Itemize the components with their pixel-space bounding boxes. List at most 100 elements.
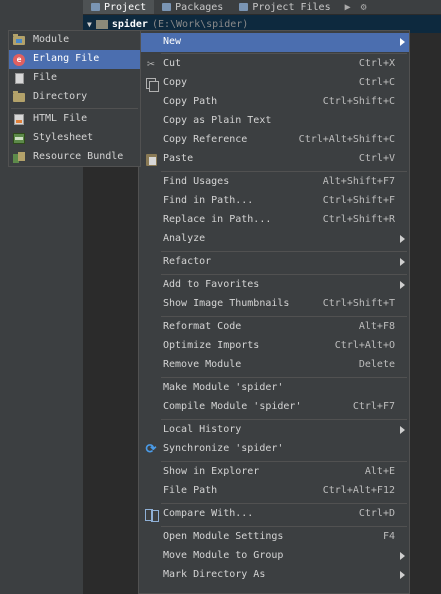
menu-item-move-module-to-group[interactable]: Move Module to Group	[139, 547, 409, 566]
menu-item-remove-module-label: Remove Module	[163, 359, 242, 370]
tab-project[interactable]: Project	[83, 0, 155, 14]
project-files-icon	[239, 3, 249, 11]
submenu-arrow-icon	[400, 552, 405, 560]
menu-item-show-in-explorer-label: Show in Explorer	[163, 466, 260, 477]
menu-item-cut-shortcut: Ctrl+X	[358, 58, 395, 69]
menu-item-local-history-label: Local History	[163, 424, 242, 435]
menu-item-reformat-code-label: Reformat Code	[163, 321, 242, 332]
menu-item-compare-with[interactable]: Compare With... Ctrl+D	[139, 505, 409, 524]
menu-separator	[161, 419, 407, 420]
menu-item-copy-shortcut: Ctrl+C	[358, 77, 395, 88]
menu-item-paste[interactable]: Paste Ctrl+V	[139, 150, 409, 169]
menu-item-optimize-imports[interactable]: Optimize Imports Ctrl+Alt+O	[139, 337, 409, 356]
menu-item-refactor[interactable]: Refactor	[139, 253, 409, 272]
menu-item-analyze[interactable]: Analyze	[139, 230, 409, 249]
menu-item-replace-in-path-label: Replace in Path...	[163, 214, 272, 225]
tool-window-tabs: Project Packages Project Files ▶ ⚙	[83, 0, 441, 15]
submenu-item-erlang-file[interactable]: e Erlang File	[9, 50, 140, 69]
submenu-item-directory-label: Directory	[33, 91, 88, 102]
menu-item-paste-label: Paste	[163, 153, 194, 164]
menu-item-copy-reference-shortcut: Ctrl+Alt+Shift+C	[298, 134, 395, 145]
submenu-item-file[interactable]: File	[9, 69, 140, 88]
menu-item-copy-plain-text[interactable]: Copy as Plain Text	[139, 112, 409, 131]
menu-item-reformat-code[interactable]: Reformat Code Alt+F8	[139, 318, 409, 337]
tab-project-files[interactable]: Project Files	[231, 0, 338, 14]
copy-icon	[143, 76, 159, 92]
submenu-item-module[interactable]: Module	[9, 31, 140, 50]
menu-item-cut[interactable]: ✂ Cut Ctrl+X	[139, 55, 409, 74]
submenu-item-stylesheet-label: Stylesheet	[33, 132, 94, 143]
menu-item-add-to-favorites-label: Add to Favorites	[163, 279, 260, 290]
settings-gear-icon[interactable]: ⚙	[357, 2, 371, 13]
menu-item-remove-module[interactable]: Remove Module Delete	[139, 356, 409, 375]
menu-separator	[161, 316, 407, 317]
submenu-arrow-icon	[400, 281, 405, 289]
menu-item-compile-module-label: Compile Module 'spider'	[163, 401, 302, 412]
menu-item-compile-module[interactable]: Compile Module 'spider' Ctrl+F7	[139, 398, 409, 417]
menu-separator	[161, 251, 407, 252]
menu-item-find-in-path[interactable]: Find in Path... Ctrl+Shift+F	[139, 192, 409, 211]
menu-item-copy-reference[interactable]: Copy Reference Ctrl+Alt+Shift+C	[139, 131, 409, 150]
menu-item-find-usages-label: Find Usages	[163, 176, 230, 187]
menu-separator	[161, 171, 407, 172]
submenu-arrow-icon	[400, 426, 405, 434]
menu-item-copy-plain-text-label: Copy as Plain Text	[163, 115, 272, 126]
submenu-separator	[11, 108, 138, 109]
folder-icon	[12, 91, 26, 104]
menu-separator	[161, 274, 407, 275]
project-tree-area	[0, 167, 83, 594]
menu-item-file-path-label: File Path	[163, 485, 218, 496]
submenu-item-stylesheet[interactable]: Stylesheet	[9, 129, 140, 148]
menu-item-copy-path[interactable]: Copy Path Ctrl+Shift+C	[139, 93, 409, 112]
more-tabs-arrow-icon[interactable]: ▶	[339, 2, 357, 13]
menu-item-optimize-imports-label: Optimize Imports	[163, 340, 260, 351]
menu-item-copy[interactable]: Copy Ctrl+C	[139, 74, 409, 93]
tab-packages[interactable]: Packages	[154, 0, 231, 14]
erlang-file-icon: e	[12, 53, 26, 66]
paste-icon	[143, 152, 159, 167]
menu-item-move-module-to-group-label: Move Module to Group	[163, 550, 284, 561]
menu-item-open-module-settings-label: Open Module Settings	[163, 531, 284, 542]
menu-item-copy-path-label: Copy Path	[163, 96, 218, 107]
menu-item-remove-module-shortcut: Delete	[358, 359, 395, 370]
submenu-item-file-label: File	[33, 72, 58, 83]
menu-item-show-in-explorer-shortcut: Alt+E	[364, 466, 395, 477]
submenu-item-resource-bundle[interactable]: Resource Bundle	[9, 148, 140, 167]
tab-packages-label: Packages	[175, 1, 224, 13]
menu-item-show-image-thumbnails-label: Show Image Thumbnails	[163, 298, 290, 309]
menu-item-file-path-shortcut: Ctrl+Alt+F12	[322, 485, 395, 496]
submenu-item-html-file-label: HTML File	[33, 113, 88, 124]
tab-project-files-label: Project Files	[252, 1, 331, 13]
menu-item-local-history[interactable]: Local History	[139, 421, 409, 440]
submenu-item-html-file[interactable]: HTML File	[9, 110, 140, 129]
menu-item-find-in-path-shortcut: Ctrl+Shift+F	[322, 195, 395, 206]
project-icon	[91, 3, 100, 11]
module-folder-icon	[12, 34, 26, 47]
menu-item-mark-directory-as[interactable]: Mark Directory As	[139, 566, 409, 585]
submenu-item-directory[interactable]: Directory	[9, 88, 140, 107]
menu-item-new[interactable]: New	[139, 33, 409, 52]
menu-item-make-module-label: Make Module 'spider'	[163, 382, 284, 393]
menu-item-replace-in-path[interactable]: Replace in Path... Ctrl+Shift+R	[139, 211, 409, 230]
submenu-item-resource-bundle-label: Resource Bundle	[33, 151, 124, 162]
menu-separator	[161, 461, 407, 462]
menu-item-show-image-thumbnails-shortcut: Ctrl+Shift+T	[322, 298, 395, 309]
menu-item-show-in-explorer[interactable]: Show in Explorer Alt+E	[139, 463, 409, 482]
menu-item-synchronize-label: Synchronize 'spider'	[163, 443, 284, 454]
menu-item-show-image-thumbnails[interactable]: Show Image Thumbnails Ctrl+Shift+T	[139, 295, 409, 314]
expand-triangle-icon[interactable]: ▼	[87, 20, 92, 29]
menu-item-add-to-favorites[interactable]: Add to Favorites	[139, 276, 409, 295]
context-menu: New ✂ Cut Ctrl+X Copy Ctrl+C Copy Path C…	[138, 30, 410, 594]
menu-item-file-path[interactable]: File Path Ctrl+Alt+F12	[139, 482, 409, 501]
menu-item-make-module[interactable]: Make Module 'spider'	[139, 379, 409, 398]
menu-item-find-usages-shortcut: Alt+Shift+F7	[322, 176, 395, 187]
menu-item-synchronize[interactable]: ⟳ Synchronize 'spider'	[139, 440, 409, 459]
menu-separator	[161, 503, 407, 504]
menu-item-open-module-settings[interactable]: Open Module Settings F4	[139, 528, 409, 547]
menu-item-find-usages[interactable]: Find Usages Alt+Shift+F7	[139, 173, 409, 192]
project-name: spider	[111, 18, 148, 30]
menu-item-cut-label: Cut	[163, 58, 182, 69]
stylesheet-icon	[12, 132, 26, 145]
menu-item-paste-shortcut: Ctrl+V	[358, 153, 395, 164]
submenu-item-module-label: Module	[33, 34, 70, 45]
